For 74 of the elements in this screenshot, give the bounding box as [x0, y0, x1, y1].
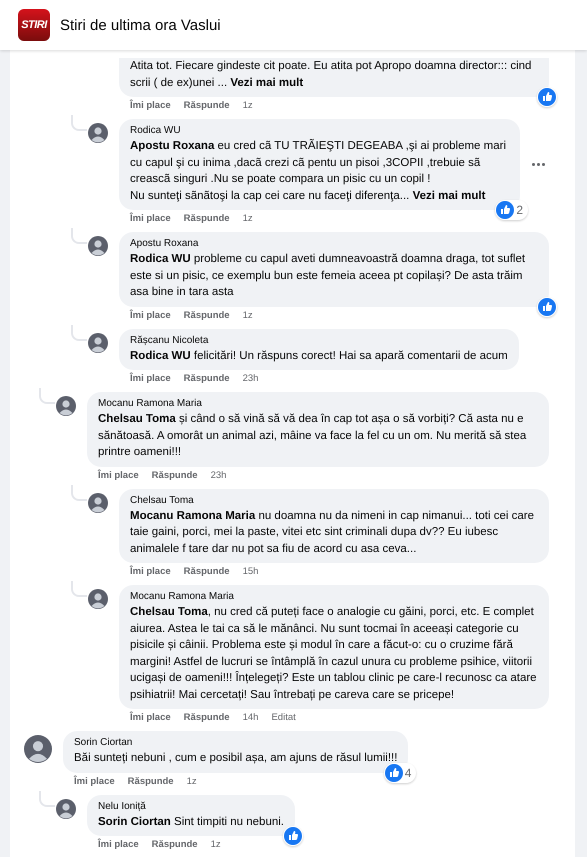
reaction-count: 4: [404, 766, 412, 780]
like-icon: [538, 298, 556, 316]
comment-time[interactable]: 1z: [242, 213, 253, 225]
avatar[interactable]: [56, 798, 76, 818]
comment-text: Rodica WU felicitări! Un răspuns corect! Hai sa apară comentarii de acum: [130, 348, 508, 364]
like-link[interactable]: Îmi place: [98, 839, 139, 851]
like-link[interactable]: Îmi place: [130, 310, 171, 322]
comment-author[interactable]: Apostu Roxana: [130, 237, 538, 251]
comment-time[interactable]: 1z: [242, 310, 253, 322]
like-link[interactable]: Îmi place: [130, 566, 171, 578]
reply-link[interactable]: Răspunde: [152, 470, 198, 482]
reply-link[interactable]: Răspunde: [184, 373, 230, 385]
like-icon: [384, 764, 403, 782]
comment-time[interactable]: 1z: [210, 839, 221, 851]
avatar[interactable]: [88, 123, 108, 143]
comment-time[interactable]: 23h: [242, 373, 258, 385]
like-icon: [284, 827, 302, 845]
comment-time[interactable]: 23h: [210, 470, 226, 482]
reaction-badge[interactable]: [283, 826, 303, 846]
comment-author[interactable]: Rodica WU: [130, 124, 509, 138]
comment-time[interactable]: 1z: [186, 776, 197, 788]
thread-line: [39, 790, 55, 806]
reaction-badge[interactable]: [537, 87, 557, 107]
comment-text: Sorin Ciortan Sint timpiti nu nebuni.: [98, 814, 284, 830]
avatar[interactable]: [56, 396, 76, 416]
comment-time[interactable]: 1z: [242, 100, 253, 112]
avatar[interactable]: [88, 236, 108, 256]
avatar[interactable]: [88, 589, 108, 609]
thread-line: [71, 324, 87, 340]
reaction-badge[interactable]: 4: [384, 762, 416, 782]
like-link[interactable]: Îmi place: [74, 776, 115, 788]
like-link[interactable]: Îmi place: [130, 100, 171, 112]
avatar[interactable]: [24, 735, 52, 763]
comment-text: Apostu Roxana eu cred cã TU TRÃIEŞTI DEGEABA ,şi ai probleme mari cu capul şi cu inima ,dacã crezi cã pentu un pisoi ,3COPII ,trebuie sã creascã singuri .Nu se poate compara un pisic cu un copil !: [130, 138, 507, 187]
reply-link[interactable]: Răspunde: [184, 712, 230, 724]
avatar[interactable]: [88, 492, 108, 512]
like-icon: [538, 88, 556, 106]
comment-text: Chelsau Toma, nu cred că puteți face o analogie cu găini, porci, etc. E complet aiurea. Astea le tai ca să le mănânci. Nu sunt tocmai în aceeași categorie cu pisicile și câinii. Problema este și modul în care a făcut-o: cu o cruzime fără margini! Astfel de lucruri se întâmplă în cazul unura cu probleme psihice, viitorii ucigași de oameni!!! Înțelegeți? Este un tablou clinic pe care-l recunosc ca atare psihiatrii! Mai cercetați! Sau întrebați pe careva care se pricepe!: [130, 605, 538, 702]
thread-line: [39, 388, 55, 404]
page-title[interactable]: Stiri de ultima ora Vaslui: [60, 16, 221, 34]
comment-author[interactable]: Mocanu Ramona Maria: [98, 397, 538, 411]
reaction-count: 2: [516, 203, 524, 217]
comment-author[interactable]: Nelu Ioniță: [98, 800, 284, 814]
like-link[interactable]: Îmi place: [98, 470, 139, 482]
reaction-badge[interactable]: 2: [495, 200, 528, 220]
comment-author[interactable]: Chelsau Toma: [130, 494, 538, 508]
avatar[interactable]: [88, 332, 108, 352]
comment-author[interactable]: Rășcanu Nicoleta: [130, 334, 508, 348]
reply-link[interactable]: Răspunde: [184, 566, 230, 578]
edited-label: Editat: [271, 712, 296, 724]
reply-link[interactable]: Răspunde: [128, 776, 174, 788]
comment-time[interactable]: 14h: [242, 712, 258, 724]
reaction-badge[interactable]: [537, 296, 557, 316]
thread-line: [71, 484, 87, 500]
thread-line: [71, 581, 87, 597]
comment-author[interactable]: Sorin Ciortan: [74, 736, 398, 750]
like-link[interactable]: Îmi place: [130, 712, 171, 724]
comment-text: Rodica WU probleme cu capul aveti dumneavoastră doamna draga, tot suflet este si un pisic, ce exemplu bun este femeia aceea pt copilași? De asta trăim asa bine in tara asta: [130, 252, 526, 300]
comment-text: Chelsau Toma și când o să vină să vă dea în cap tot așa o să vorbiți? Că asta nu e sănătoasă. A omorât un animal azi, mâine va face la fel cu un om. Nu merită să stea printre oameni!!!: [98, 412, 528, 460]
comment-text: Mocanu Ramona Maria nu doamna nu da nimeni in cap nimanui... toti cei care taie gaini, porci, mei la paste, vitei etc sint criminali dupa dv?? Eu iubesc animalele f tare dar nu pot sa fiu de acord cu asa ceva...: [130, 508, 535, 556]
comment-text: Nu sunteţi sãnãtoşi la cap cei care nu faceţi diferenţa... Vezi mai mult: [130, 188, 486, 204]
thread-line: [71, 228, 87, 244]
reply-link[interactable]: Răspunde: [184, 100, 230, 112]
like-link[interactable]: Îmi place: [130, 213, 171, 225]
thread-line: [71, 115, 87, 131]
reply-link[interactable]: Răspunde: [152, 839, 198, 851]
comment-author[interactable]: Mocanu Ramona Maria: [130, 590, 538, 604]
like-icon: [496, 201, 514, 219]
like-link[interactable]: Îmi place: [130, 373, 171, 385]
comment-time[interactable]: 15h: [242, 566, 258, 578]
comment-text: Atita tot. Fiecare gindeste cit poate. Eu atita pot Apropo doamna director::: cind scrii ( de ex)unei ... Vezi mai mult: [130, 59, 532, 90]
page-logo[interactable]: STIRI: [18, 9, 50, 41]
reply-link[interactable]: Răspunde: [184, 213, 230, 225]
reply-link[interactable]: Răspunde: [184, 310, 230, 322]
